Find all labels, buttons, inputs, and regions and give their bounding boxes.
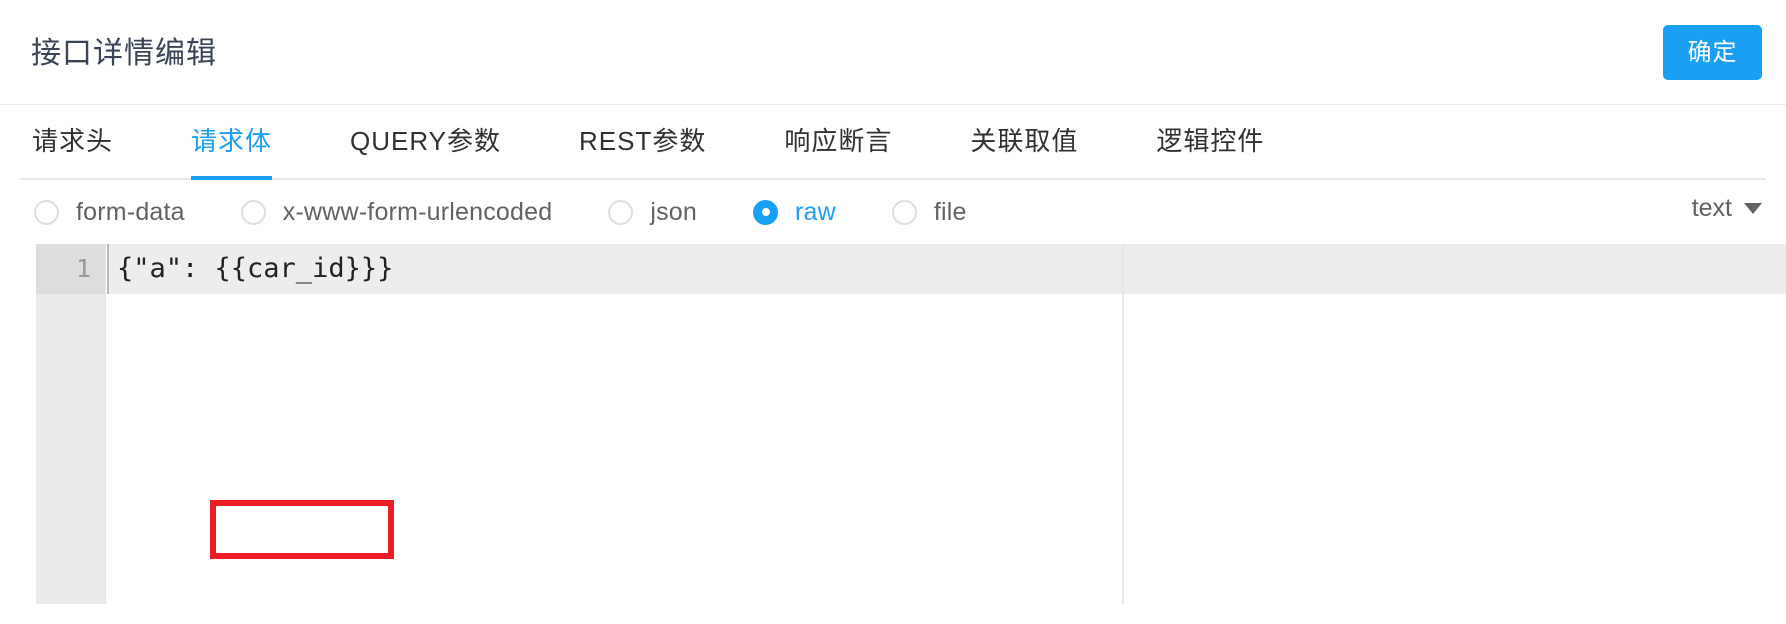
radio-x-www-form-urlencoded[interactable]: x-www-form-urlencoded — [240, 197, 553, 227]
tab-0[interactable]: 请求头 — [32, 105, 113, 178]
content-type-select-value: text — [1691, 194, 1732, 222]
editor-gutter: 1 — [36, 244, 106, 604]
radio-label: form-data — [76, 197, 185, 226]
radio-circle-icon[interactable] — [240, 199, 266, 225]
raw-body-editor[interactable]: 1 {"a": {{car_id}}} — [36, 244, 1786, 604]
tab-6[interactable]: 逻辑控件 — [1156, 105, 1264, 178]
tab-4[interactable]: 响应断言 — [784, 105, 892, 178]
radio-circle-icon[interactable] — [608, 199, 634, 225]
radio-circle-icon[interactable] — [891, 199, 917, 225]
radio-label: file — [933, 197, 967, 226]
tab-2[interactable]: QUERY参数 — [350, 105, 501, 178]
radio-label: json — [650, 197, 698, 226]
radio-json[interactable]: json — [608, 198, 697, 227]
radio-circle-icon[interactable] — [753, 199, 779, 225]
tab-3[interactable]: REST参数 — [579, 105, 706, 178]
radio-label: x-www-form-urlencoded — [282, 197, 553, 226]
body-type-radio-group: form-data x-www-form-urlencoded json raw fil… — [0, 180, 1786, 244]
tab-5[interactable]: 关联取值 — [970, 105, 1078, 178]
radio-form-data[interactable]: form-data — [34, 198, 185, 227]
content-type-select[interactable]: text — [1692, 194, 1762, 223]
radio-raw[interactable]: raw — [753, 198, 836, 227]
radio-label: raw — [795, 197, 836, 226]
tab-1[interactable]: 请求体 — [191, 105, 273, 180]
editor-code-area[interactable]: {"a": {{car_id}}} — [107, 244, 1786, 604]
dialog-header: 接口详情编辑 确定 — [0, 0, 1786, 105]
confirm-button[interactable]: 确定 — [1663, 25, 1762, 80]
radio-file[interactable]: file — [891, 197, 967, 227]
interface-detail-edit-dialog: 接口详情编辑 确定 请求头 请求体 QUERY参数 REST参数 响应断言 关联取值 逻辑控… — [0, 0, 1786, 624]
tab-bar: 请求头 请求体 QUERY参数 REST参数 响应断言 关联取值 逻辑控件 — [20, 105, 1766, 180]
code-line[interactable]: {"a": {{car_id}}} — [107, 244, 1786, 294]
page-title: 接口详情编辑 — [31, 37, 217, 70]
line-number: 1 — [36, 244, 105, 294]
radio-circle-icon[interactable] — [34, 199, 59, 225]
chevron-down-icon — [1744, 203, 1762, 214]
editor-print-margin — [1122, 244, 1124, 604]
